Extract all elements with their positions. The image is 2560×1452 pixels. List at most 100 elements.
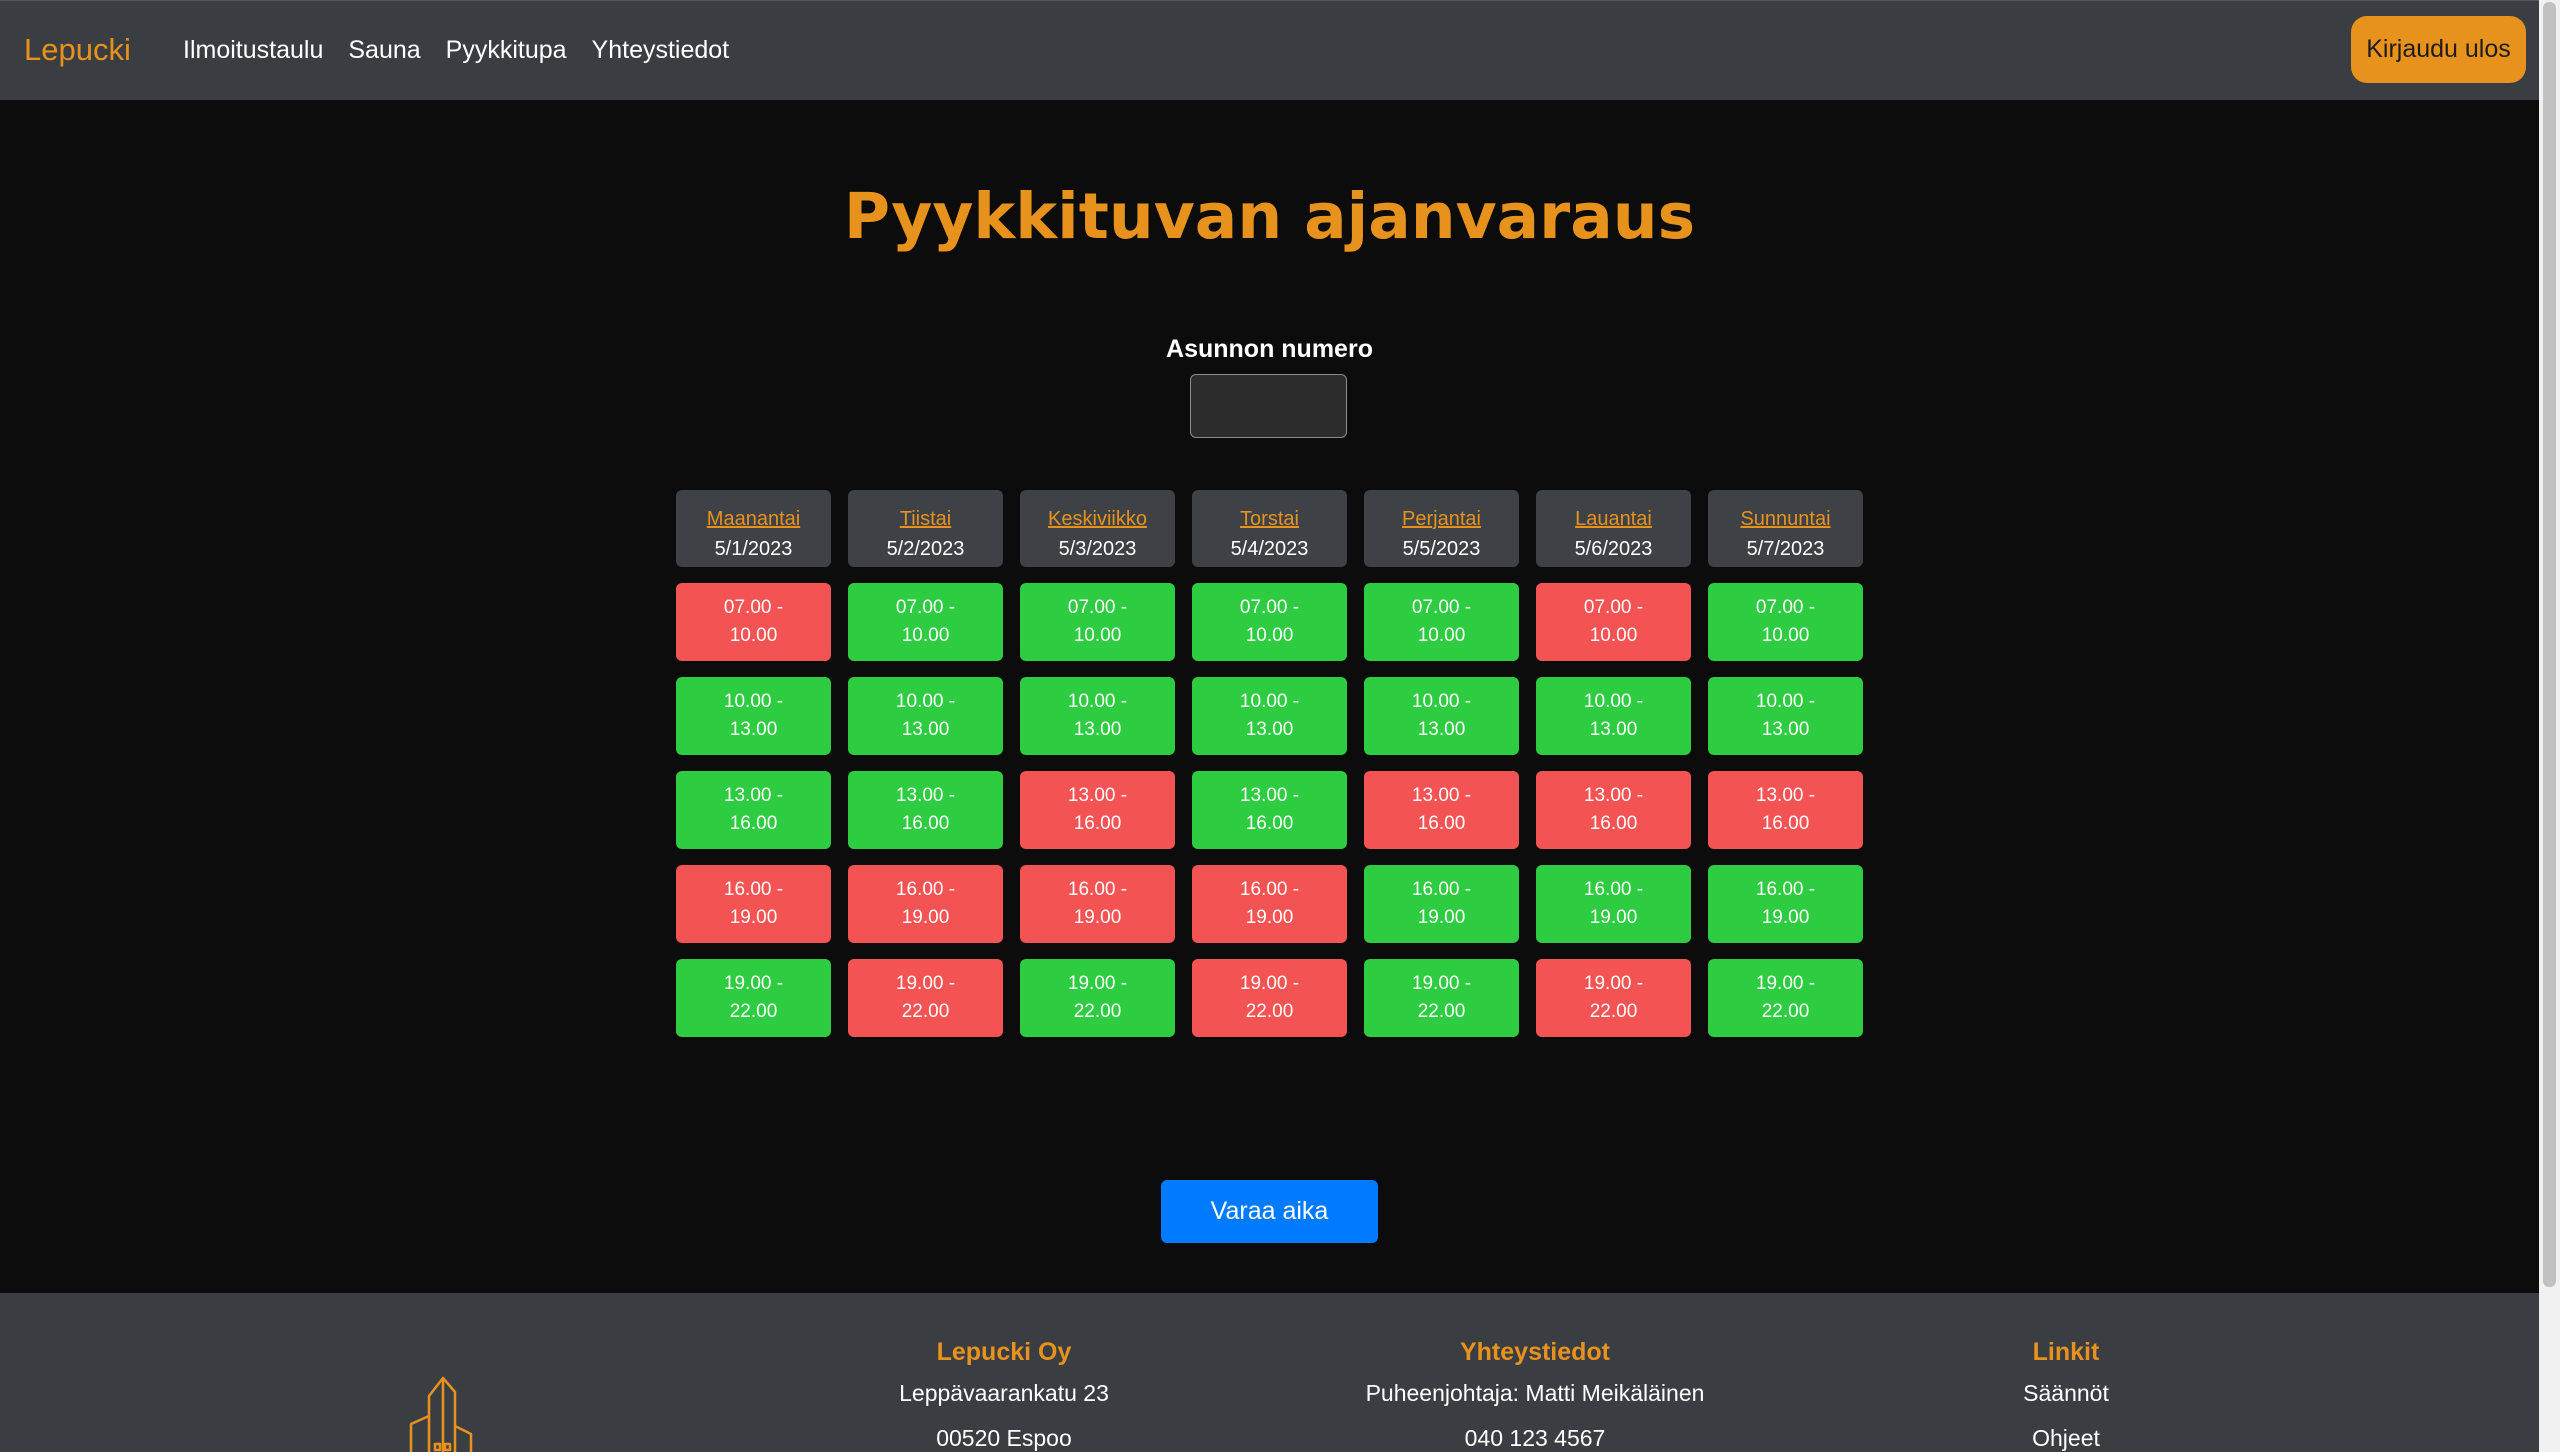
brand-link[interactable]: Lepucki (24, 1, 131, 99)
day-name-link[interactable]: Maanantai (676, 504, 831, 534)
day-date: 5/6/2023 (1574, 538, 1653, 560)
footer-link-rules[interactable]: Säännöt (1806, 1380, 2326, 1406)
time-slot-label: 07.00 - 10.00 (1755, 597, 1816, 646)
time-slot[interactable]: 10.00 - 13.00 (1708, 677, 1863, 755)
day-column: Maanantai 5/1/2023 07.00 - 10.00 10.00 - 13… (676, 490, 831, 1037)
time-slot[interactable]: 16.00 - 19.00 (848, 865, 1003, 943)
time-slot-label: 19.00 - 22.00 (723, 973, 784, 1022)
day-date: 5/5/2023 (1402, 538, 1481, 560)
time-slot[interactable]: 16.00 - 19.00 (1192, 865, 1347, 943)
footer-address-street: Leppävaarankatu 23 (899, 1380, 1109, 1406)
time-slot[interactable]: 16.00 - 19.00 (1020, 865, 1175, 943)
time-slot[interactable]: 13.00 - 16.00 (848, 771, 1003, 849)
time-slot-label: 19.00 - 22.00 (1583, 973, 1644, 1022)
footer-link-instructions[interactable]: Ohjeet (1806, 1425, 2326, 1451)
time-slot[interactable]: 16.00 - 19.00 (1708, 865, 1863, 943)
time-slot[interactable]: 13.00 - 16.00 (1364, 771, 1519, 849)
time-slot[interactable]: 16.00 - 19.00 (1536, 865, 1691, 943)
time-slot-label: 16.00 - 19.00 (1239, 879, 1300, 928)
footer-chairperson: Puheenjohtaja: Matti Meikäläinen (1365, 1380, 1705, 1406)
time-slot-label: 10.00 - 13.00 (1239, 691, 1300, 740)
time-slot[interactable]: 10.00 - 13.00 (1020, 677, 1175, 755)
day-header: Sunnuntai 5/7/2023 (1708, 490, 1863, 567)
time-slot[interactable]: 13.00 - 16.00 (1536, 771, 1691, 849)
nav-link-sauna[interactable]: Sauna (348, 36, 420, 65)
time-slot[interactable]: 07.00 - 10.00 (676, 583, 831, 661)
time-slot-label: 10.00 - 13.00 (895, 691, 956, 740)
time-slot-label: 07.00 - 10.00 (1583, 597, 1644, 646)
day-column: Lauantai 5/6/2023 07.00 - 10.00 10.00 - 13.… (1536, 490, 1691, 1037)
nav-link-ilmoitustaulu[interactable]: Ilmoitustaulu (183, 36, 323, 65)
day-header: Tiistai 5/2/2023 (848, 490, 1003, 567)
footer-company-heading: Lepucki Oy (936, 1338, 1072, 1366)
time-slot-label: 07.00 - 10.00 (1067, 597, 1128, 646)
day-name-link[interactable]: Lauantai (1536, 504, 1691, 534)
day-column: Keskiviikko 5/3/2023 07.00 - 10.00 10.00 - … (1020, 490, 1175, 1037)
time-slot[interactable]: 13.00 - 16.00 (1192, 771, 1347, 849)
vertical-scrollbar[interactable] (2539, 0, 2560, 1452)
time-slot[interactable]: 16.00 - 19.00 (1364, 865, 1519, 943)
day-date: 5/3/2023 (1058, 538, 1137, 560)
day-name-link[interactable]: Perjantai (1364, 504, 1519, 534)
time-slot-label: 19.00 - 22.00 (1755, 973, 1816, 1022)
time-slot[interactable]: 07.00 - 10.00 (848, 583, 1003, 661)
time-slot[interactable]: 10.00 - 13.00 (848, 677, 1003, 755)
time-slot-label: 10.00 - 13.00 (1755, 691, 1816, 740)
time-slot[interactable]: 10.00 - 13.00 (1536, 677, 1691, 755)
time-slot[interactable]: 07.00 - 10.00 (1020, 583, 1175, 661)
day-column: Tiistai 5/2/2023 07.00 - 10.00 10.00 - 13.0… (848, 490, 1003, 1037)
time-slot-label: 19.00 - 22.00 (1067, 973, 1128, 1022)
time-slot-label: 16.00 - 19.00 (895, 879, 956, 928)
book-time-button[interactable]: Varaa aika (1161, 1180, 1378, 1243)
time-slot[interactable]: 19.00 - 22.00 (1192, 959, 1347, 1037)
time-slot-label: 10.00 - 13.00 (1583, 691, 1644, 740)
time-slot-label: 19.00 - 22.00 (1411, 973, 1472, 1022)
time-slot[interactable]: 10.00 - 13.00 (676, 677, 831, 755)
day-header: Perjantai 5/5/2023 (1364, 490, 1519, 567)
scrollbar-thumb[interactable] (2543, 2, 2556, 1287)
time-slot-label: 19.00 - 22.00 (895, 973, 956, 1022)
page: Lepucki Ilmoitustaulu Sauna Pyykkitupa Y… (0, 0, 2539, 1452)
day-date: 5/1/2023 (714, 538, 793, 560)
time-slot[interactable]: 19.00 - 22.00 (848, 959, 1003, 1037)
time-slot[interactable]: 07.00 - 10.00 (1708, 583, 1863, 661)
time-slot[interactable]: 13.00 - 16.00 (1708, 771, 1863, 849)
main-content: Pyykkituvan ajanvaraus Asunnon numero Ma… (0, 100, 2539, 1293)
apartment-number-input[interactable] (1190, 374, 1347, 438)
time-slot[interactable]: 07.00 - 10.00 (1364, 583, 1519, 661)
footer-phone: 040 123 4567 (1464, 1425, 1606, 1451)
time-slot-label: 10.00 - 13.00 (723, 691, 784, 740)
day-name-link[interactable]: Sunnuntai (1708, 504, 1863, 534)
time-slot[interactable]: 07.00 - 10.00 (1192, 583, 1347, 661)
time-slot[interactable]: 07.00 - 10.00 (1536, 583, 1691, 661)
time-slot-label: 16.00 - 19.00 (723, 879, 784, 928)
time-slot-label: 10.00 - 13.00 (1067, 691, 1128, 740)
day-column: Torstai 5/4/2023 07.00 - 10.00 10.00 - 13.0… (1192, 490, 1347, 1037)
nav-link-pyykkitupa[interactable]: Pyykkitupa (446, 36, 567, 65)
time-slot-label: 07.00 - 10.00 (1239, 597, 1300, 646)
time-slot[interactable]: 19.00 - 22.00 (1020, 959, 1175, 1037)
day-name-link[interactable]: Keskiviikko (1020, 504, 1175, 534)
footer-contact-heading: Yhteystiedot (1459, 1338, 1611, 1366)
day-name-link[interactable]: Torstai (1192, 504, 1347, 534)
time-slot-label: 13.00 - 16.00 (1411, 785, 1472, 834)
building-logo-icon (409, 1376, 473, 1452)
time-slot-label: 13.00 - 16.00 (1239, 785, 1300, 834)
time-slot[interactable]: 19.00 - 22.00 (1708, 959, 1863, 1037)
nav-link-yhteystiedot[interactable]: Yhteystiedot (592, 36, 730, 65)
time-slot[interactable]: 13.00 - 16.00 (676, 771, 831, 849)
time-slot[interactable]: 10.00 - 13.00 (1192, 677, 1347, 755)
time-slot[interactable]: 19.00 - 22.00 (676, 959, 831, 1037)
time-slot[interactable]: 19.00 - 22.00 (1364, 959, 1519, 1037)
logout-button[interactable]: Kirjaudu ulos (2351, 16, 2526, 83)
time-slot[interactable]: 19.00 - 22.00 (1536, 959, 1691, 1037)
day-date: 5/4/2023 (1230, 538, 1309, 560)
time-slot-label: 07.00 - 10.00 (1411, 597, 1472, 646)
nav-links: Ilmoitustaulu Sauna Pyykkitupa Yhteystie… (183, 1, 729, 99)
top-navbar: Lepucki Ilmoitustaulu Sauna Pyykkitupa Y… (0, 0, 2539, 100)
day-name-link[interactable]: Tiistai (848, 504, 1003, 534)
time-slot[interactable]: 10.00 - 13.00 (1364, 677, 1519, 755)
time-slot[interactable]: 16.00 - 19.00 (676, 865, 831, 943)
time-slot-label: 10.00 - 13.00 (1411, 691, 1472, 740)
time-slot[interactable]: 13.00 - 16.00 (1020, 771, 1175, 849)
